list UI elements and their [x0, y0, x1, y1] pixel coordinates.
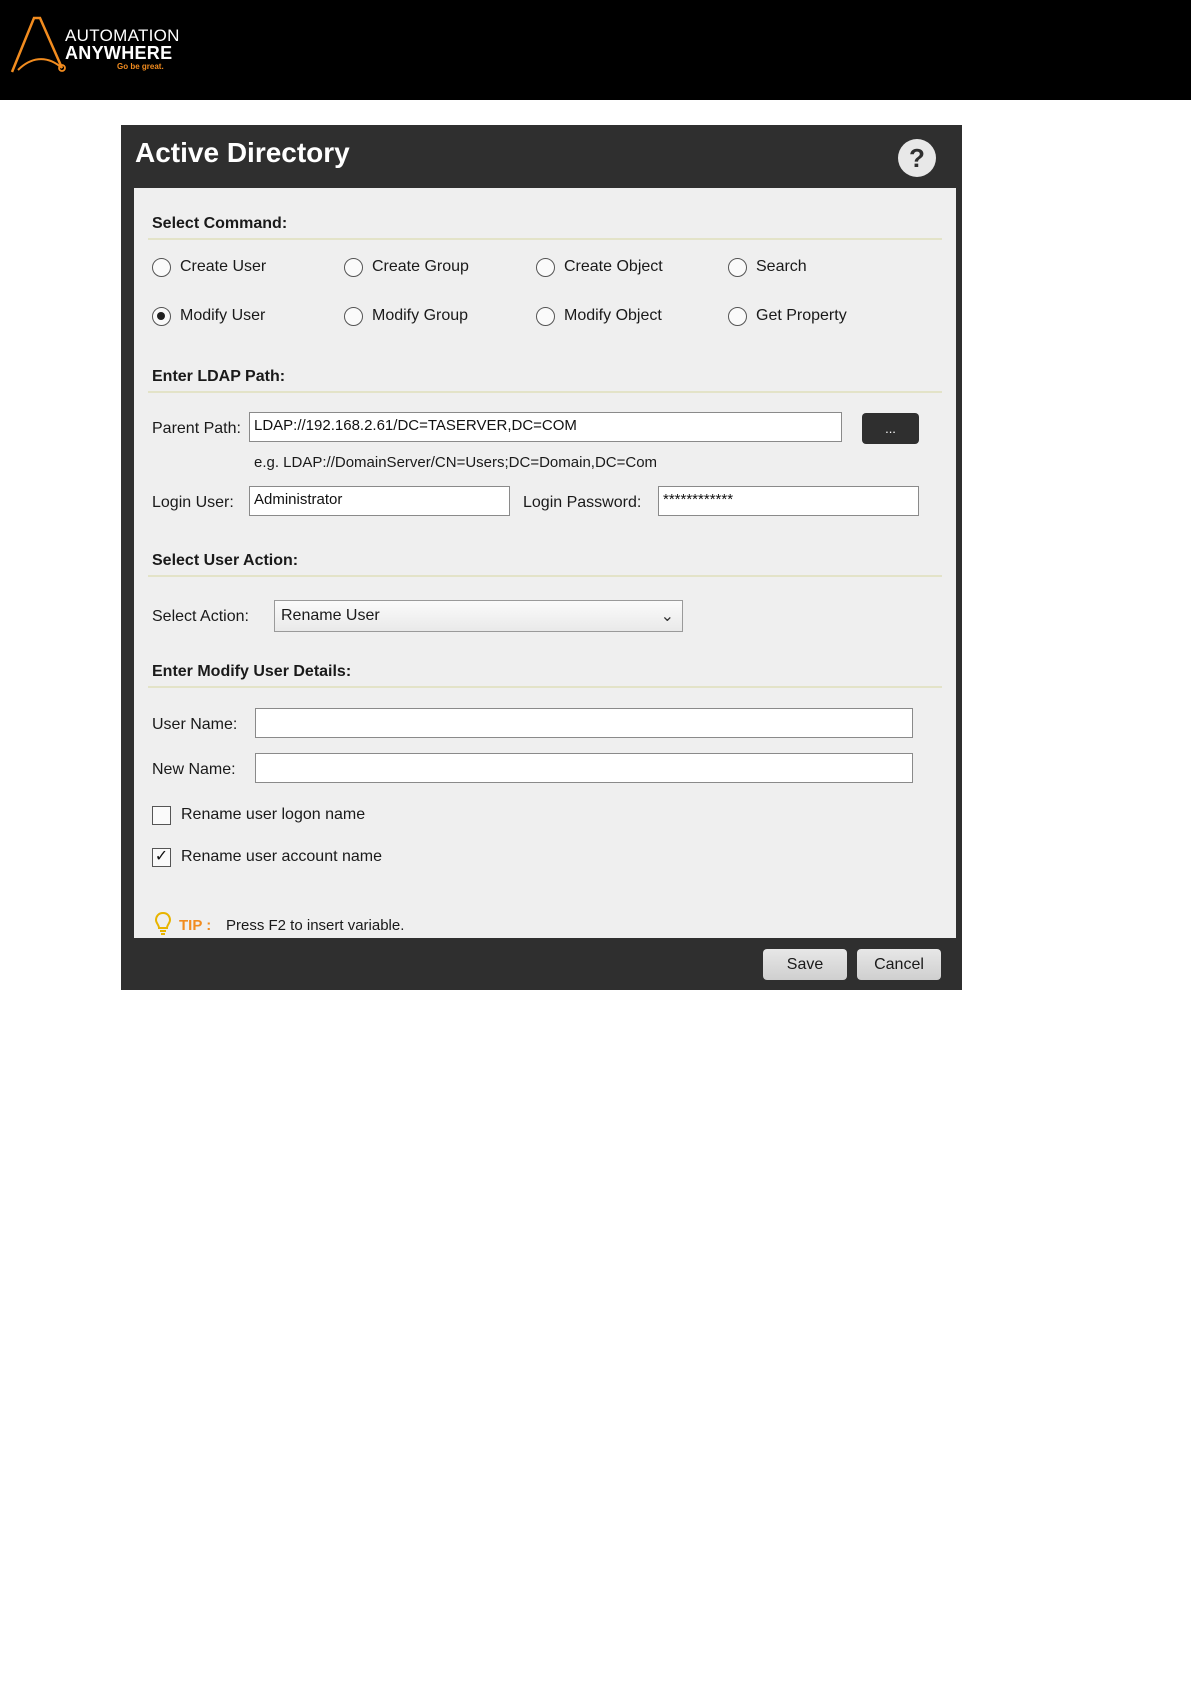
radio-button[interactable]: [152, 258, 171, 277]
active-directory-dialog: Active Directory ? Select Command: Creat…: [121, 125, 962, 990]
ldap-path-title: Enter LDAP Path:: [152, 368, 286, 385]
cancel-button[interactable]: Cancel: [857, 949, 941, 980]
browse-button[interactable]: ...: [862, 413, 919, 444]
question-mark-icon[interactable]: ?: [898, 139, 936, 177]
radio-button[interactable]: [536, 258, 555, 277]
section-divider: [148, 238, 942, 240]
radio-label: Create Object: [564, 258, 663, 275]
modify-details-title: Enter Modify User Details:: [152, 663, 352, 680]
logo-text-anywhere: ANYWHERE: [65, 43, 173, 63]
chevron-down-icon[interactable]: ⌄: [661, 606, 674, 626]
select-action-label: Select Action:: [152, 608, 249, 625]
select-action-dropdown[interactable]: Rename User ⌄: [274, 600, 683, 632]
radio-button[interactable]: [344, 307, 363, 326]
checkmark-icon[interactable]: ✓: [152, 848, 171, 867]
ldap-example-hint: e.g. LDAP://DomainServer/CN=Users;DC=Dom…: [254, 454, 658, 471]
logo-a-icon: [10, 16, 66, 73]
radio-label: Modify Object: [564, 307, 662, 324]
radio-button-selected[interactable]: [152, 307, 171, 326]
radio-button[interactable]: [728, 307, 747, 326]
checkbox[interactable]: [152, 806, 171, 825]
automation-anywhere-logo: AUTOMATION ANYWHERE Go be great.: [10, 14, 210, 80]
parent-path-label: Parent Path:: [152, 420, 241, 437]
radio-label: Modify Group: [372, 307, 469, 324]
login-password-input[interactable]: ************: [658, 486, 919, 516]
logo-tagline: Go be great.: [117, 62, 164, 71]
radio-label: Search: [756, 258, 807, 275]
radio-label: Create Group: [372, 258, 469, 275]
radio-label: Create User: [180, 258, 267, 275]
radio-label: Modify User: [180, 307, 266, 324]
user-action-title: Select User Action:: [152, 552, 299, 569]
section-divider: [148, 391, 942, 393]
lightbulb-icon: [154, 911, 172, 935]
dialog-title: Active Directory: [135, 137, 350, 168]
select-action-value: Rename User: [281, 607, 380, 624]
login-user-label: Login User:: [152, 494, 234, 511]
checkbox-label: Rename user logon name: [181, 806, 366, 823]
tip-label: TIP :: [179, 917, 212, 934]
radio-button[interactable]: [344, 258, 363, 277]
radio-label: Get Property: [756, 307, 847, 324]
login-password-label: Login Password:: [523, 494, 642, 511]
header-banner: AUTOMATION ANYWHERE Go be great.: [0, 0, 1191, 100]
user-name-input[interactable]: [255, 708, 913, 738]
checkbox-label: Rename user account name: [181, 848, 382, 865]
parent-path-input[interactable]: LDAP://192.168.2.61/DC=TASERVER,DC=COM: [249, 412, 842, 442]
new-name-input[interactable]: [255, 753, 913, 783]
user-name-label: User Name:: [152, 716, 238, 733]
section-divider: [148, 575, 942, 577]
tip-text: Press F2 to insert variable.: [226, 917, 405, 934]
select-command-title: Select Command:: [152, 215, 288, 232]
radio-button[interactable]: [536, 307, 555, 326]
section-divider: [148, 686, 942, 688]
login-user-input[interactable]: Administrator: [249, 486, 510, 516]
new-name-label: New Name:: [152, 761, 236, 778]
dialog-panel: Select Command: Create User Create Group…: [134, 188, 956, 938]
radio-button[interactable]: [728, 258, 747, 277]
save-button[interactable]: Save: [763, 949, 847, 980]
